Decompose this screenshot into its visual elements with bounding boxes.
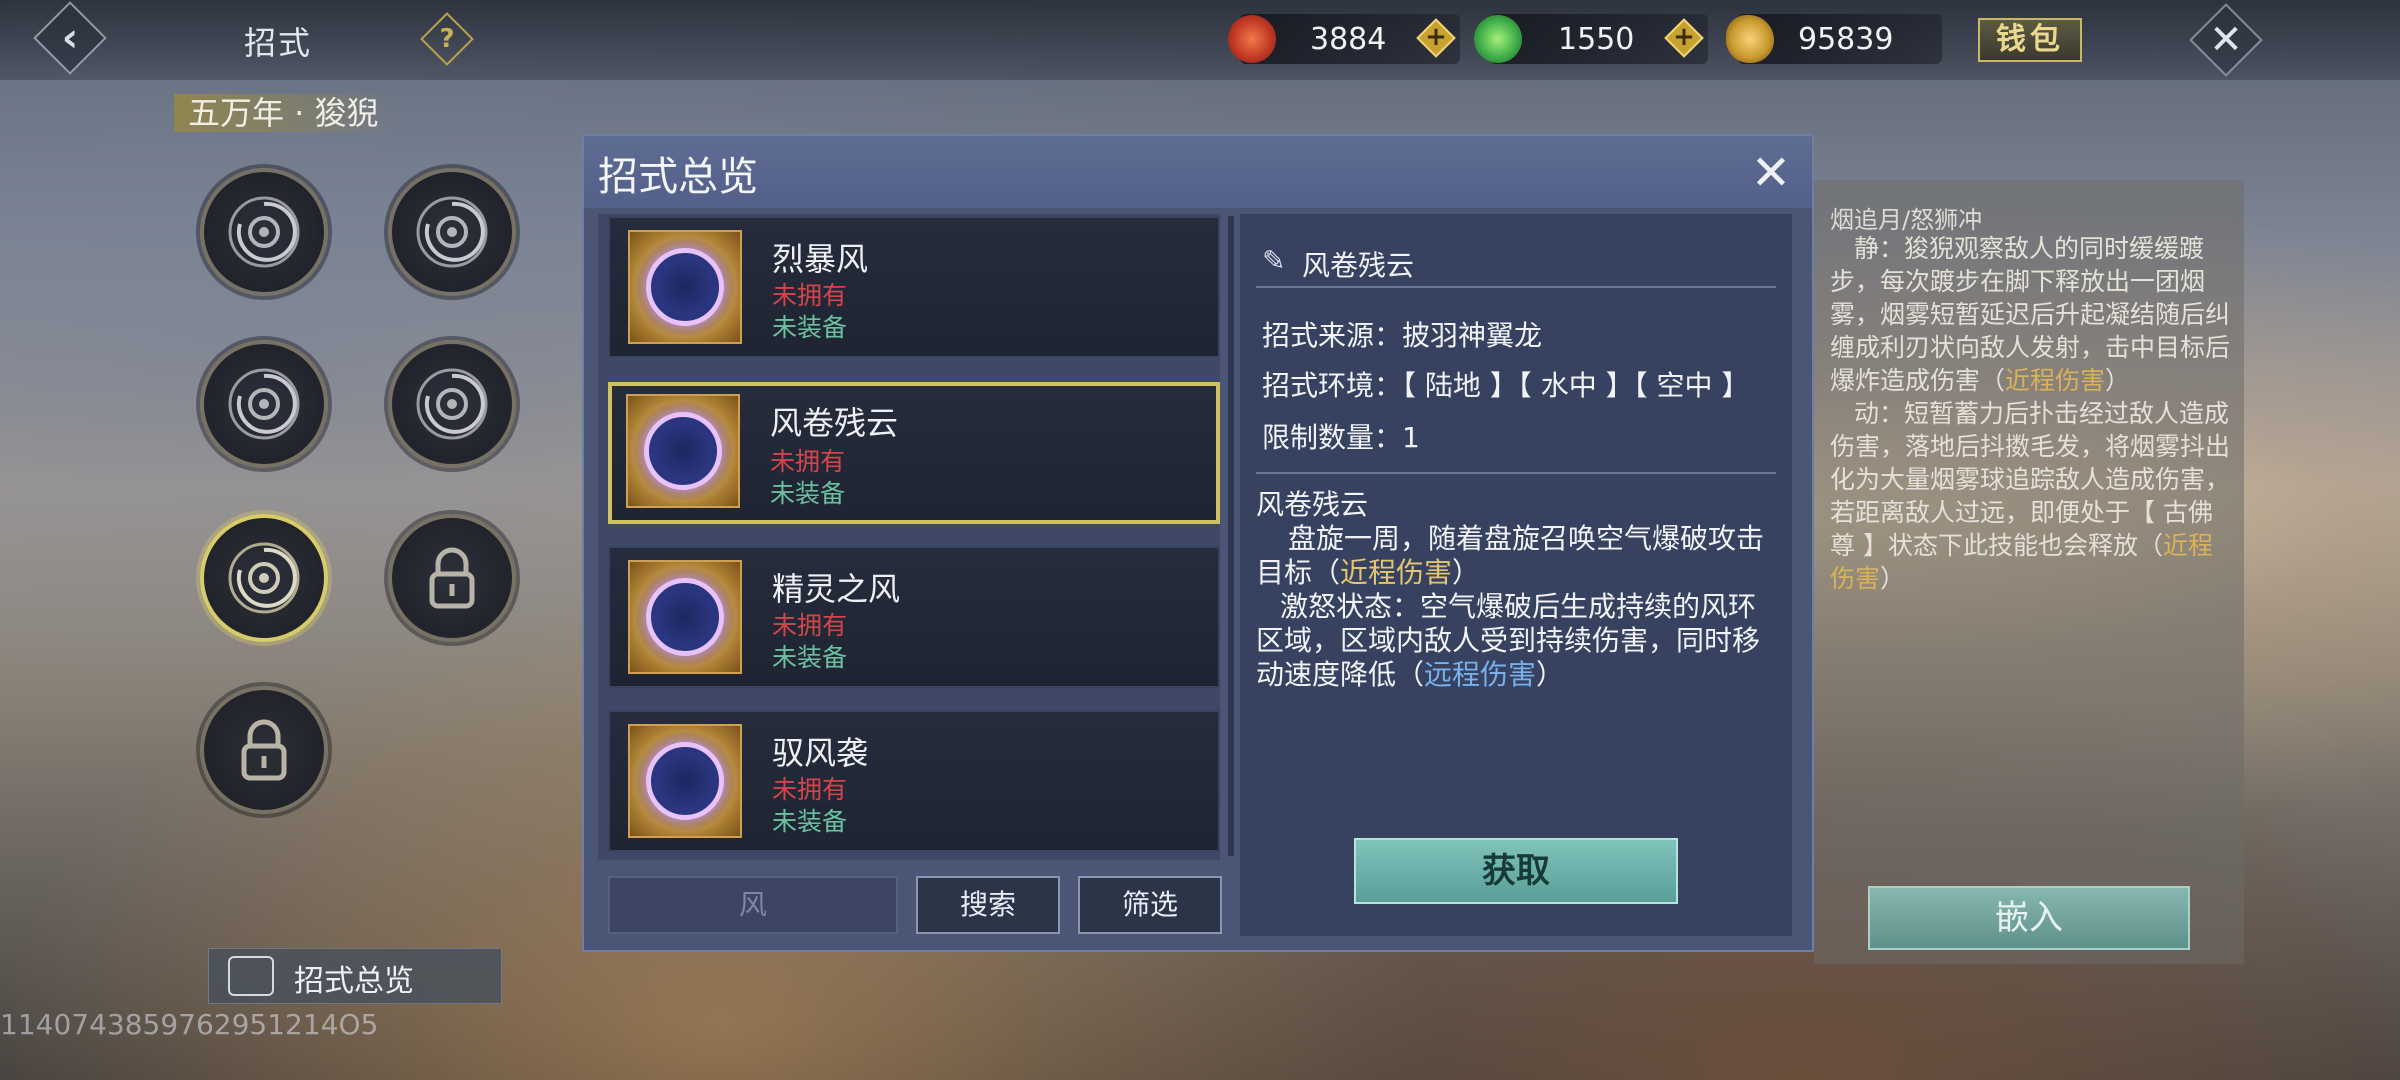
skill-slot-4[interactable]: [388, 340, 516, 468]
detail-skill-name: 风卷残云: [1302, 249, 1415, 282]
skill-card[interactable]: 精灵之风 未拥有 未装备: [608, 546, 1220, 688]
skill-name: 烈暴风: [772, 240, 869, 278]
side-paragraph-2: 动：短暂蓄力后扑击经过敌人造成伤害，落地后抖擞毛发，将烟雾抖出化为大量烟雾球追踪…: [1830, 399, 2231, 593]
spirit-wind-icon: [646, 578, 724, 656]
chevron-left-icon: ‹: [61, 15, 79, 61]
element-filter-field[interactable]: 风: [608, 876, 898, 934]
embed-button[interactable]: 嵌入: [1868, 886, 2190, 950]
skill-card[interactable]: 驭风袭 未拥有 未装备: [608, 710, 1220, 852]
skill-slot-5-active[interactable]: [200, 514, 328, 642]
scroll-icon: ✎: [1262, 244, 1286, 277]
skill-thumbnail: [628, 724, 742, 838]
swirl-icon: [204, 518, 324, 638]
skill-environment: 招式环境：【 陆地 】【 水中 】【 空中 】: [1262, 369, 1750, 402]
currency-gold-value: 95839: [1798, 22, 1894, 57]
skill-overview-label: 招式总览: [294, 964, 414, 999]
skill-slot-2[interactable]: [388, 168, 516, 296]
page-title: 招式: [244, 24, 313, 62]
red-spiral-coin-icon: [1228, 15, 1276, 63]
skill-slot-7-locked[interactable]: [200, 686, 328, 814]
skill-slot-6-locked[interactable]: [388, 514, 516, 642]
skill-own-status: 未拥有: [770, 447, 846, 476]
skill-thumbnail: [628, 560, 742, 674]
wind-raid-icon: [646, 742, 724, 820]
gold-feather-coin-icon: [1726, 15, 1774, 63]
skill-name: 风卷残云: [770, 404, 899, 442]
dialog-title-bar: [584, 136, 1812, 208]
dialog-close-button[interactable]: ✕: [1746, 148, 1796, 198]
plus-icon: +: [1425, 22, 1447, 52]
skill-slot-1[interactable]: [200, 168, 328, 296]
swirl-icon: [204, 172, 324, 292]
side-paragraph-1: 静：狻猊观察敌人的同时缓缓踱步，每次踱步在脚下释放出一团烟雾，烟雾短暂延迟后升起…: [1830, 234, 2231, 395]
wind-cloud-icon: [644, 412, 722, 490]
dialog-title: 招式总览: [598, 154, 758, 200]
skill-source: 招式来源：披羽神翼龙: [1262, 319, 1543, 352]
skill-name: 精灵之风: [772, 570, 901, 608]
close-icon: ✕: [2209, 17, 2243, 63]
skill-thumbnail: [628, 230, 742, 344]
skill-own-status: 未拥有: [772, 775, 848, 804]
skill-name: 驭风袭: [772, 734, 869, 772]
acquire-button[interactable]: 获取: [1354, 838, 1678, 904]
skill-equip-status: 未装备: [772, 643, 848, 672]
list-scrollbar[interactable]: [1228, 216, 1234, 856]
swirl-icon: [392, 344, 512, 464]
currency-red-value: 3884: [1310, 22, 1387, 57]
lock-icon: [392, 518, 512, 638]
skill-equip-status: 未装备: [772, 807, 848, 836]
side-skill-title: 烟追月/怒狮冲: [1830, 206, 1983, 234]
desc-paragraph-2: 激怒状态：空气爆破后生成持续的风环区域，区域内敌人受到持续伤害，同时移动速度降低…: [1256, 590, 1761, 691]
skill-equip-status: 未装备: [772, 313, 848, 342]
wind-swirl-icon: [646, 248, 724, 326]
desc-title: 风卷残云: [1256, 488, 1369, 521]
swirl-icon: [204, 344, 324, 464]
skill-thumbnail: [626, 394, 740, 508]
green-jade-coin-icon: [1474, 15, 1522, 63]
plus-icon: +: [1673, 22, 1695, 52]
swirl-icon: [392, 172, 512, 292]
currency-green-value: 1550: [1558, 22, 1635, 57]
divider: [1256, 286, 1776, 288]
scroll-book-icon: [228, 956, 274, 996]
skill-description: 风卷残云 盘旋一周，随着盘旋召唤空气爆破攻击目标（近程伤害） 激怒状态：空气爆破…: [1256, 488, 1778, 692]
skill-own-status: 未拥有: [772, 611, 848, 640]
skill-equip-status: 未装备: [770, 479, 846, 508]
divider: [1256, 472, 1776, 474]
skill-card[interactable]: 烈暴风 未拥有 未装备: [608, 216, 1220, 358]
side-skill-description: 静：狻猊观察敌人的同时缓缓踱步，每次踱步在脚下释放出一团烟雾，烟雾短暂延迟后升起…: [1830, 232, 2230, 595]
lock-icon: [204, 690, 324, 810]
skill-limit: 限制数量：1: [1262, 421, 1420, 454]
desc-paragraph-1: 盘旋一周，随着盘旋召唤空气爆破攻击目标（近程伤害）: [1256, 522, 1765, 589]
skill-slot-3[interactable]: [200, 340, 328, 468]
skill-card-selected[interactable]: 风卷残云 未拥有 未装备: [608, 382, 1220, 524]
user-id-text: 1140743859762951214O5: [0, 1008, 379, 1041]
beast-name-label: 五万年 · 狻猊: [174, 94, 394, 132]
search-button[interactable]: 搜索: [916, 876, 1060, 934]
question-icon: ?: [439, 24, 455, 54]
filter-button[interactable]: 筛选: [1078, 876, 1222, 934]
skill-own-status: 未拥有: [772, 281, 848, 310]
wallet-button[interactable]: 钱包: [1978, 18, 2082, 62]
